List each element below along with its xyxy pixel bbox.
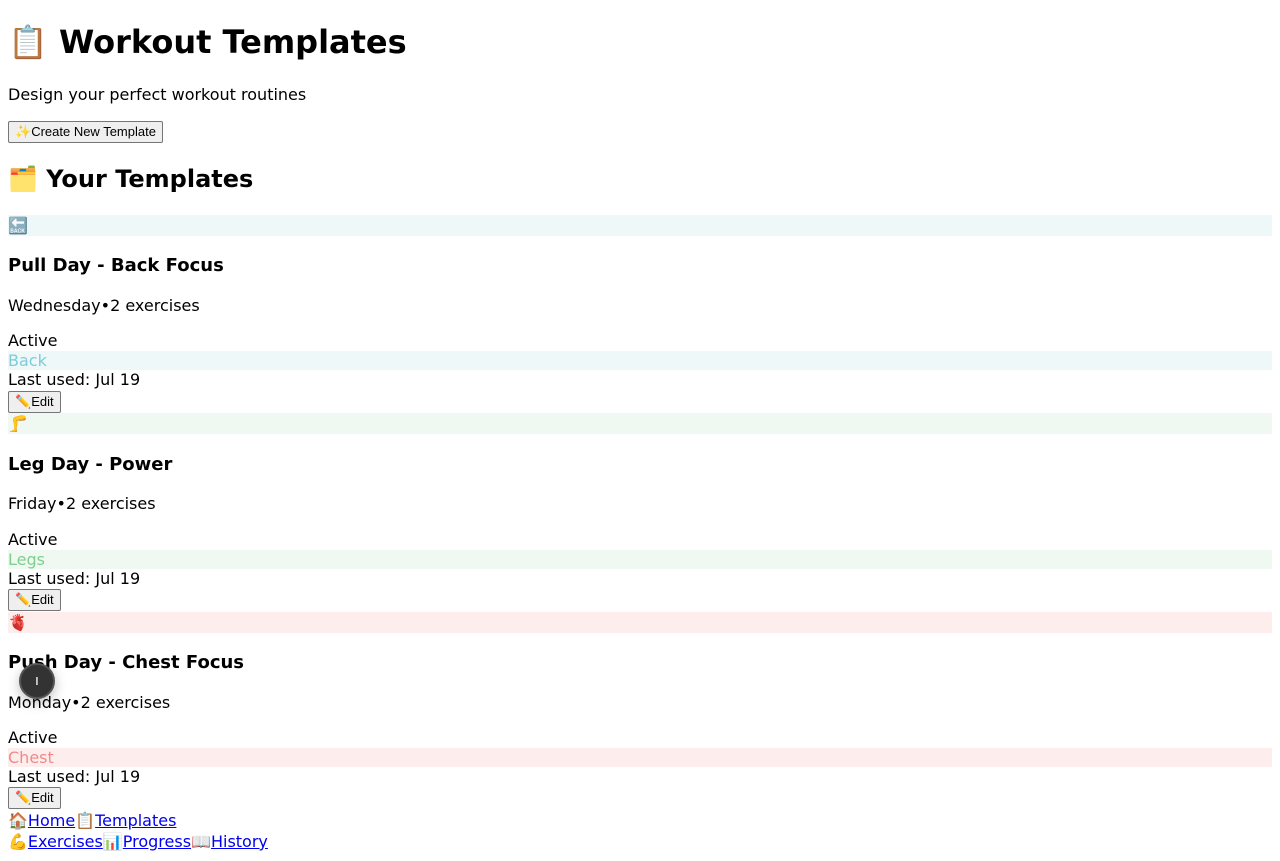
template-meta: Wednesday•2 exercises (8, 296, 200, 316)
create-template-label: Create New Template (31, 123, 156, 139)
exercise-count: 2 exercises (110, 296, 200, 315)
nav-progress-link[interactable]: Progress (123, 832, 191, 851)
card-index-icon: 🗂️ (8, 165, 38, 193)
meta-separator: • (56, 494, 66, 513)
muscle-tag: Chest (8, 748, 1272, 767)
pencil-icon: ✏️ (15, 394, 32, 410)
floating-action-button[interactable]: ı (19, 663, 55, 699)
leg-icon: 🦵 (8, 414, 28, 433)
open-book-icon: 📖 (191, 832, 211, 851)
edit-label: Edit (31, 789, 54, 805)
page-title: 📋 Workout Templates (8, 22, 407, 62)
bottom-nav-row-2: 💪Exercises📊Progress📖History (8, 831, 268, 852)
create-template-button[interactable]: ✨Create New Template (8, 121, 163, 143)
edit-button[interactable]: ✏️Edit (8, 589, 61, 611)
muscle-tag: Back (8, 351, 1272, 370)
meta-separator: • (100, 296, 111, 315)
meta-separator: • (71, 693, 81, 712)
clipboard-icon: 📋 (75, 811, 96, 830)
template-day: Friday (8, 494, 57, 513)
section-title-text: Your Templates (46, 165, 254, 193)
status-badge: Active (8, 728, 58, 747)
home-icon: 🏠 (8, 811, 28, 830)
muscle-tag: Legs (8, 550, 1272, 569)
nav-templates-link[interactable]: Templates (95, 811, 176, 830)
pencil-icon: ✏️ (15, 592, 32, 608)
clipboard-icon: 📋 (8, 23, 48, 61)
template-card[interactable]: 🦵 Leg Day - Power Friday•2 exercises Act… (8, 413, 1272, 611)
status-badge: Active (8, 530, 58, 549)
pencil-icon: ✏️ (15, 790, 32, 806)
edit-label: Edit (31, 393, 54, 409)
template-card[interactable]: 🫀 Push Day - Chest Focus Monday•2 exerci… (8, 612, 1272, 809)
template-name: Leg Day - Power (8, 454, 173, 475)
exercise-count: 2 exercises (65, 494, 156, 513)
last-used: Last used: Jul 19 (8, 569, 141, 588)
flexed-biceps-icon: 💪 (8, 832, 28, 851)
bar-chart-icon: 📊 (102, 832, 123, 851)
template-card[interactable]: 🔙 Pull Day - Back Focus Wednesday•2 exer… (8, 215, 1272, 413)
template-name: Pull Day - Back Focus (8, 255, 224, 276)
edit-button[interactable]: ✏️Edit (8, 787, 61, 809)
template-day: Wednesday (8, 296, 101, 315)
page-subtitle: Design your perfect workout routines (8, 85, 307, 104)
nav-exercises-link[interactable]: Exercises (28, 832, 103, 851)
edit-button[interactable]: ✏️Edit (8, 391, 61, 413)
fab-label: ı (35, 673, 39, 689)
card-icon-band: 🫀 (8, 612, 1272, 633)
exercise-count: 2 exercises (80, 693, 171, 712)
nav-home-link[interactable]: Home (28, 811, 75, 830)
card-icon-band: 🔙 (8, 215, 1272, 236)
section-title: 🗂️ Your Templates (8, 163, 253, 195)
nav-history-link[interactable]: History (211, 832, 268, 851)
last-used: Last used: Jul 19 (8, 767, 141, 786)
bottom-nav-row-1: 🏠Home📋Templates (8, 810, 176, 831)
back-icon: 🔙 (8, 216, 28, 235)
status-badge: Active (8, 331, 58, 350)
template-meta: Friday•2 exercises (8, 494, 156, 514)
page-title-text: Workout Templates (58, 23, 407, 61)
sparkles-icon: ✨ (15, 124, 32, 140)
heart-icon: 🫀 (8, 613, 28, 632)
edit-label: Edit (31, 591, 54, 607)
last-used: Last used: Jul 19 (8, 370, 141, 389)
card-icon-band: 🦵 (8, 413, 1272, 434)
